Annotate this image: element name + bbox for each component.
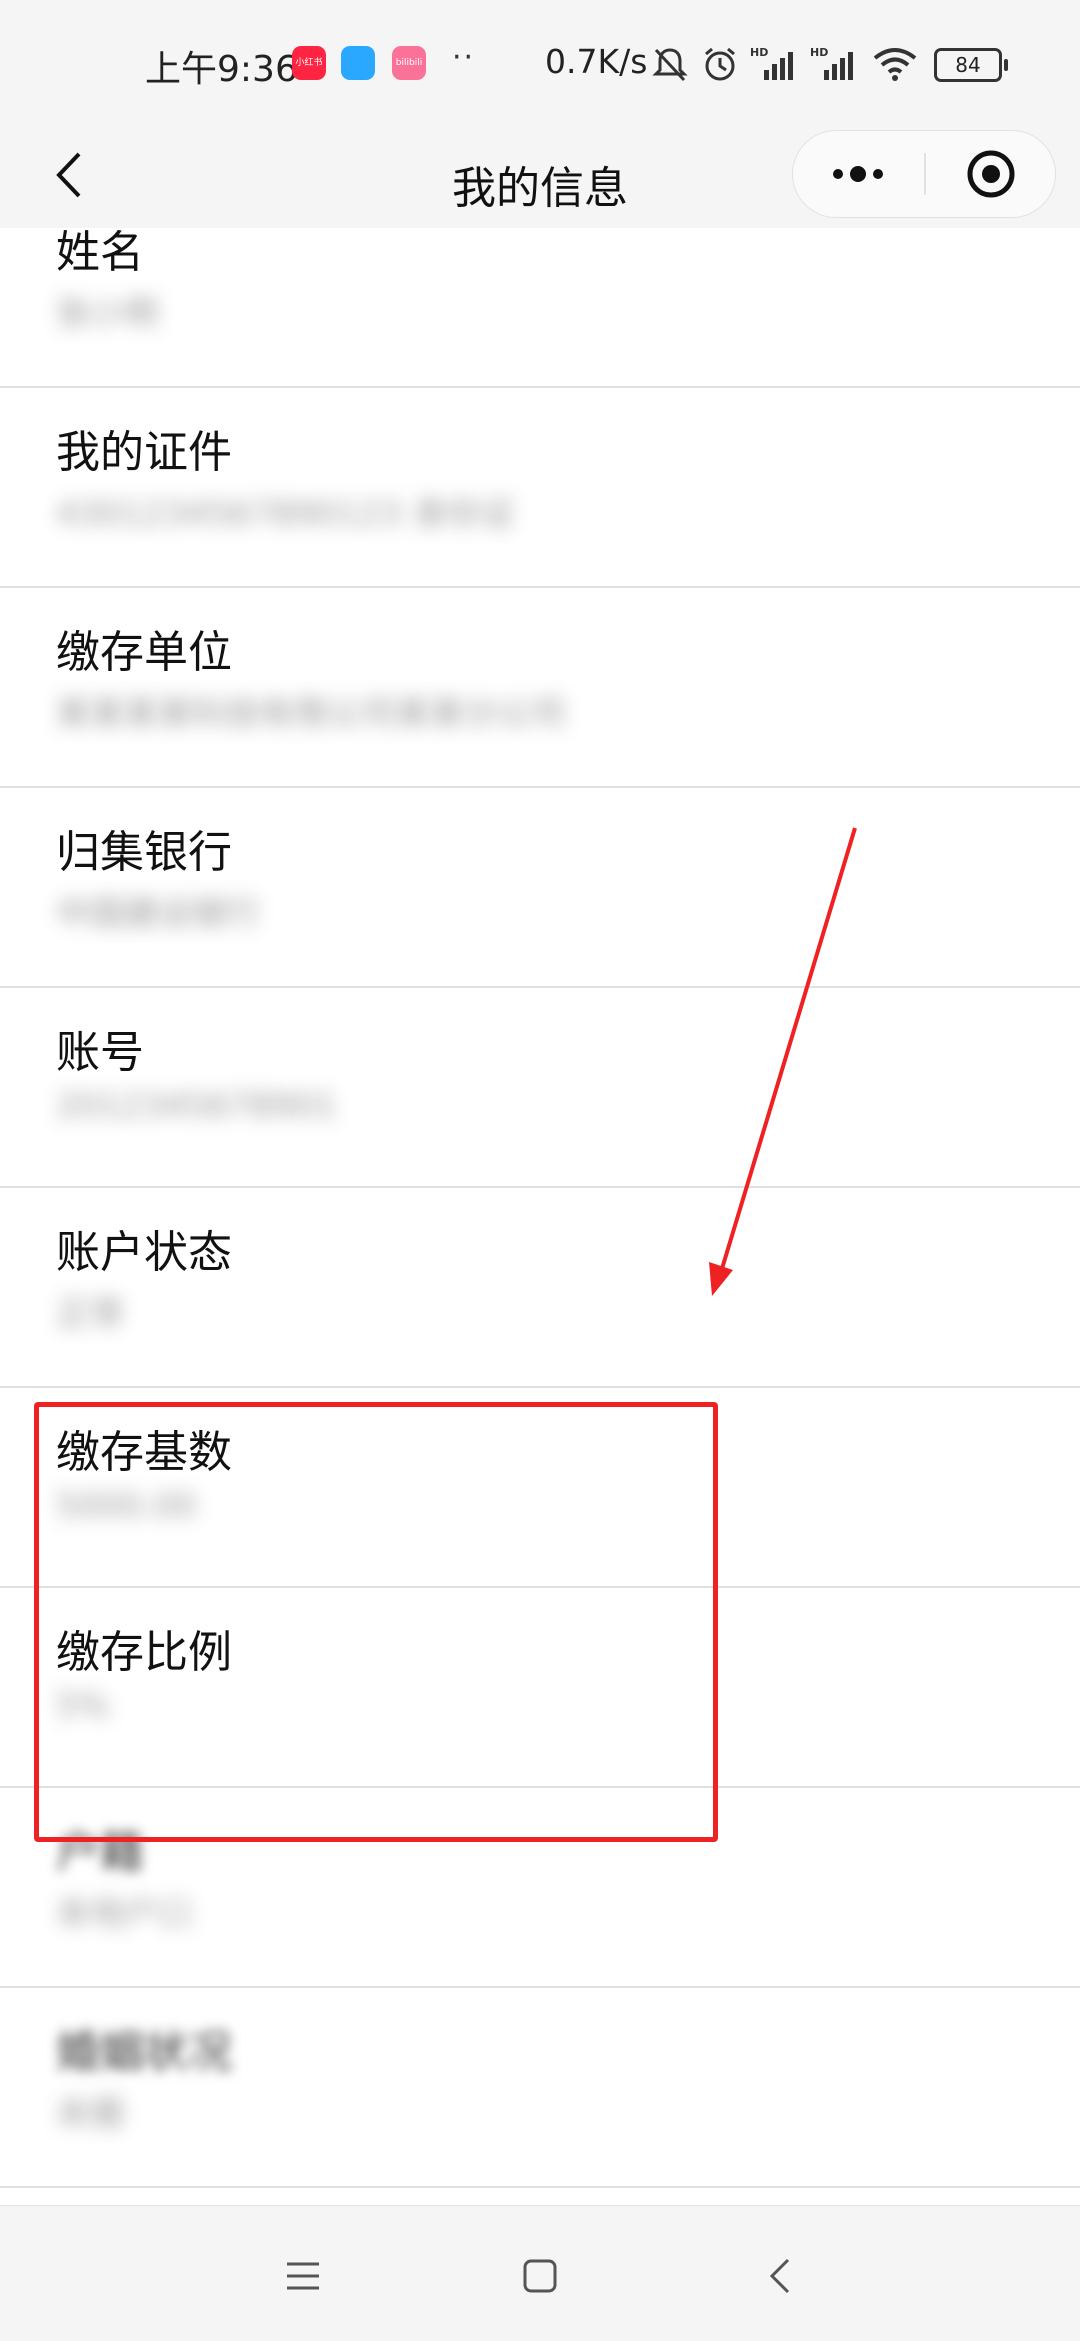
list-item-account: 账号 2012345678901 <box>0 988 1080 1188</box>
item-value: 4301234567890123 身份证 <box>56 494 515 534</box>
list-item-name: 姓名 张小明 <box>0 228 1080 388</box>
alarm-icon <box>705 47 735 81</box>
more-dots-icon <box>833 166 883 182</box>
signal-hd-icon-2: HD <box>810 46 853 80</box>
status-bar: 上午9:36 小红书 bilibili ·· 0.7K/s HD HD 84 <box>0 0 1080 130</box>
system-navigation-bar <box>0 2205 1080 2341</box>
list-item-marital-status: 婚姻状况 未婚 <box>0 1988 1080 2188</box>
xiaohongshu-app-icon: 小红书 <box>292 46 326 80</box>
item-label: 账号 <box>56 1027 144 1078</box>
info-list: 姓名 张小明 我的证件 4301234567890123 身份证 缴存单位 某某… <box>0 228 1080 2205</box>
list-item-id-card: 我的证件 4301234567890123 身份证 <box>0 388 1080 588</box>
item-label: 缴存单位 <box>56 627 232 678</box>
network-speed: 0.7K/s <box>545 42 648 81</box>
item-value: 2012345678901 <box>56 1086 338 1126</box>
wifi-icon <box>873 48 917 81</box>
close-miniprogram-button[interactable] <box>927 131 1055 217</box>
item-value: 中国建设银行 <box>56 894 260 934</box>
item-value: 张小明 <box>56 294 158 334</box>
more-notifications-icon: ·· <box>452 40 476 75</box>
item-label: 缴存基数 <box>56 1427 232 1478</box>
item-label: 户籍 <box>56 1827 144 1878</box>
item-value: 5% <box>56 1686 110 1726</box>
item-value: 本地户口 <box>56 1894 192 1934</box>
item-value: 5000.00 <box>56 1486 197 1526</box>
item-value: 正常 <box>56 1294 124 1334</box>
home-button[interactable] <box>510 2246 570 2306</box>
item-label: 姓名 <box>56 228 144 278</box>
item-label: 我的证件 <box>56 427 232 478</box>
back-arrow-icon <box>769 2258 790 2294</box>
list-item-employer: 缴存单位 某某某某科技有限公司某某分公司 <box>0 588 1080 788</box>
square-home-icon <box>523 2259 557 2293</box>
menu-lines-icon <box>287 2262 319 2290</box>
status-time: 上午9:36 <box>145 49 298 90</box>
item-value: 某某某某科技有限公司某某分公司 <box>56 694 566 734</box>
list-item-deposit-ratio: 缴存比例 5% <box>0 1588 1080 1788</box>
more-button[interactable] <box>793 131 923 217</box>
list-item-household: 户籍 本地户口 <box>0 1788 1080 1988</box>
navigation-bar: 我的信息 <box>0 130 1080 228</box>
miniprogram-capsule <box>792 130 1056 218</box>
item-label: 归集银行 <box>56 827 232 878</box>
signal-hd-icon-1: HD <box>750 46 793 80</box>
svg-text:HD: HD <box>810 46 828 59</box>
mute-bell-icon <box>652 48 688 82</box>
bilibili-app-icon: bilibili <box>392 46 426 80</box>
battery-icon: 84 <box>934 48 1008 82</box>
capsule-divider <box>924 153 926 195</box>
list-item-deposit-base: 缴存基数 5000.00 <box>0 1388 1080 1588</box>
item-label: 缴存比例 <box>56 1627 232 1678</box>
notification-app-icon <box>341 46 375 80</box>
list-item-account-status: 账户状态 正常 <box>0 1188 1080 1388</box>
target-close-icon <box>967 150 1015 198</box>
item-label: 婚姻状况 <box>56 2027 232 2078</box>
menu-button[interactable] <box>273 2246 333 2306</box>
item-label: 账户状态 <box>56 1227 232 1278</box>
svg-text:HD: HD <box>750 46 768 59</box>
system-back-button[interactable] <box>750 2246 810 2306</box>
item-value: 未婚 <box>56 2094 124 2134</box>
list-item-bank: 归集银行 中国建设银行 <box>0 788 1080 988</box>
